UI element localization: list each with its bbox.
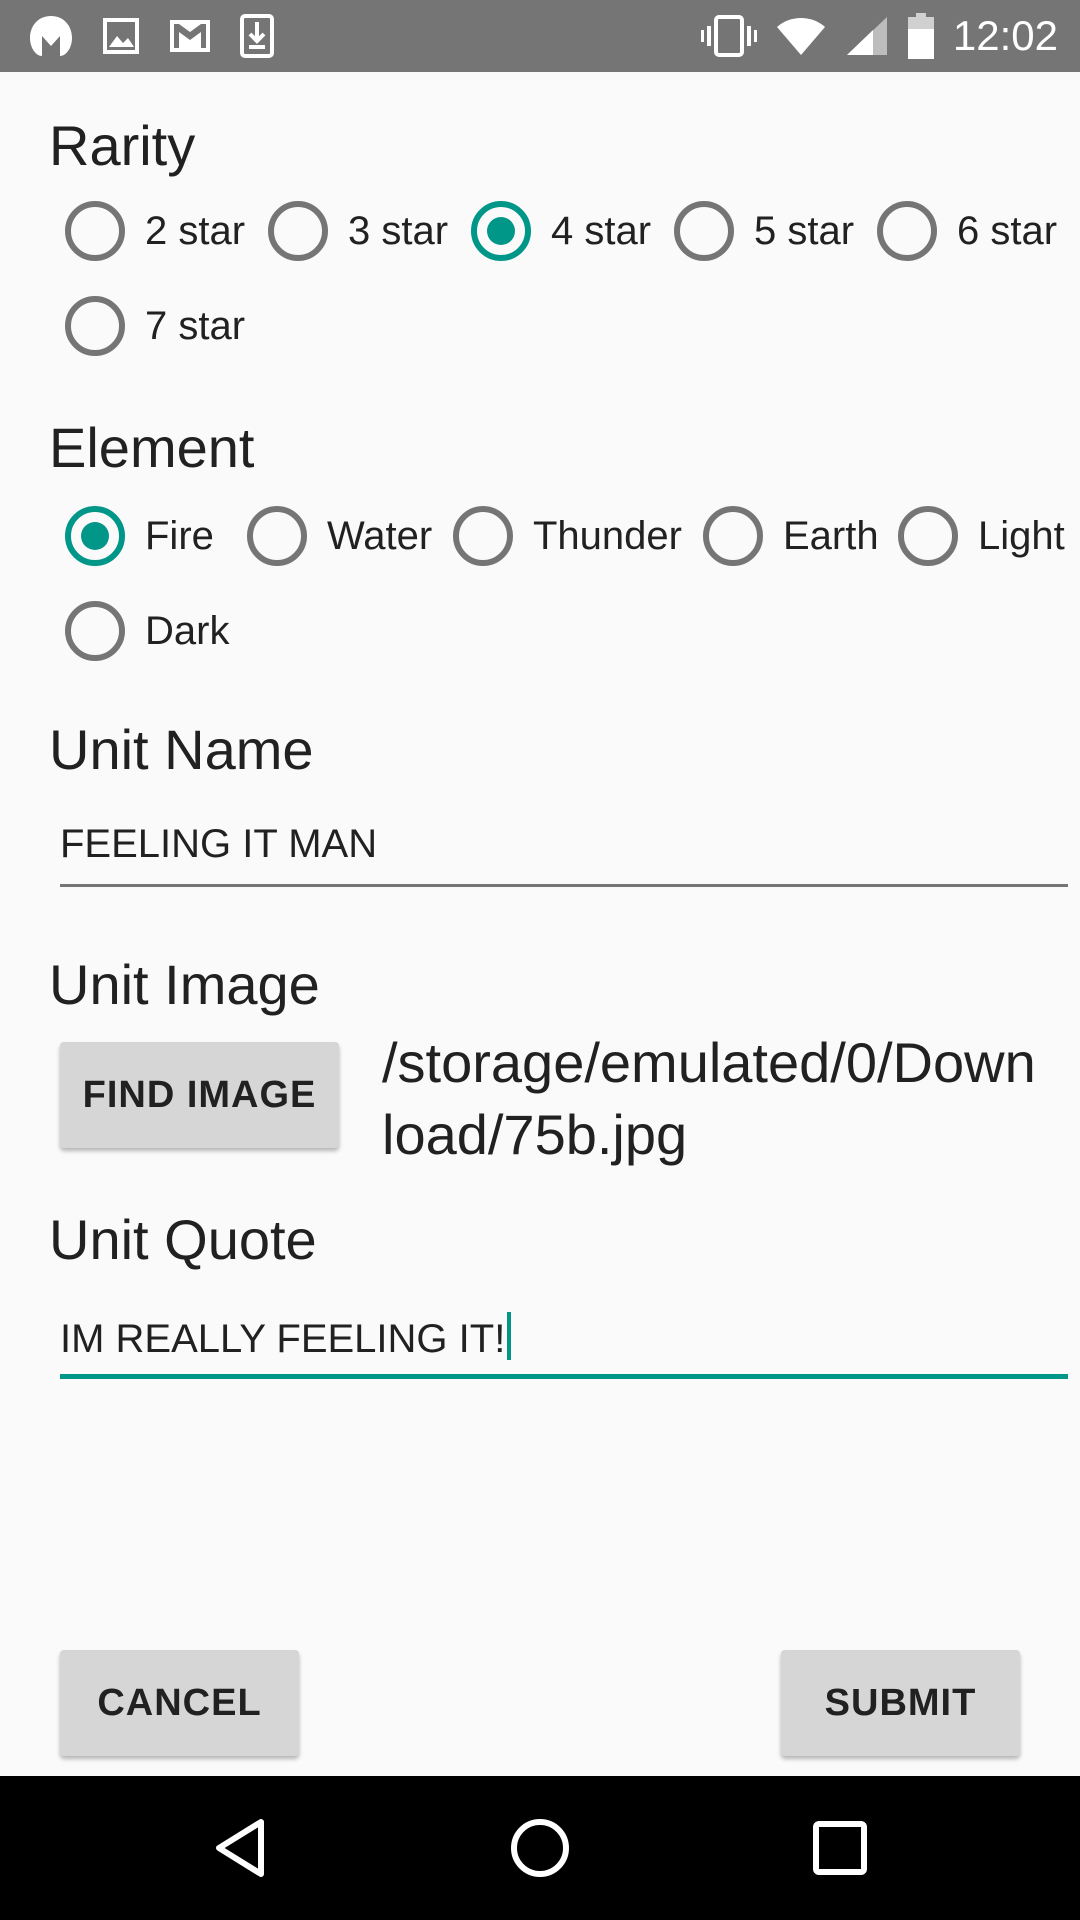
element-option-water[interactable]: Water — [247, 506, 432, 566]
radio-label: 4 star — [551, 208, 652, 253]
input-underline — [60, 884, 1068, 887]
radio-label: 7 star — [145, 303, 246, 348]
radio-label: 2 star — [145, 208, 246, 253]
radio-circle — [65, 601, 125, 661]
element-option-earth[interactable]: Earth — [703, 506, 879, 566]
radio-label: 6 star — [957, 208, 1058, 253]
radio-label: Thunder — [533, 513, 682, 558]
status-bar: 12:02 — [0, 0, 1080, 72]
radio-circle-checked — [471, 201, 531, 261]
radio-label: Fire — [145, 513, 214, 558]
signal-icon — [846, 17, 887, 55]
gmail-icon — [170, 20, 210, 52]
rarity-option-5-star[interactable]: 5 star — [674, 201, 854, 261]
rarity-title: Rarity — [49, 114, 196, 177]
rarity-option-7-star[interactable]: 7 star — [65, 296, 245, 356]
vibrate-icon — [700, 15, 757, 57]
radio-circle — [877, 201, 937, 261]
unit-quote-input[interactable]: IM REALLY FEELING IT! — [60, 1312, 1068, 1379]
radio-circle — [898, 506, 958, 566]
rarity-option-4-star[interactable]: 4 star — [471, 201, 651, 261]
add-unit-form: Rarity 2 star 3 star 4 star 5 star 6 sta… — [0, 72, 1080, 1776]
download-icon — [240, 14, 274, 58]
unit-name-value: FEELING IT MAN — [60, 822, 378, 866]
radio-circle — [703, 506, 763, 566]
radio-circle-checked — [65, 506, 125, 566]
element-title: Element — [49, 416, 255, 479]
cancel-button[interactable]: CANCEL — [60, 1650, 299, 1756]
radio-circle — [453, 506, 513, 566]
submit-button[interactable]: SUBMIT — [781, 1650, 1020, 1756]
image-path-text: /storage/emulated/0/Download/75b.jpg — [382, 1031, 1036, 1166]
radio-label: Water — [327, 513, 433, 558]
recents-icon[interactable] — [804, 1812, 876, 1884]
home-icon[interactable] — [504, 1812, 576, 1884]
rarity-option-6-star[interactable]: 6 star — [877, 201, 1057, 261]
text-caret — [507, 1312, 512, 1360]
element-option-fire[interactable]: Fire — [65, 506, 214, 566]
element-option-dark[interactable]: Dark — [65, 601, 229, 661]
status-time: 12:02 — [952, 12, 1058, 59]
navigation-bar — [0, 1776, 1080, 1920]
battery-icon — [907, 13, 934, 59]
malwarebytes-icon — [30, 16, 72, 56]
element-option-light[interactable]: Light — [898, 506, 1065, 566]
input-underline — [60, 1374, 1068, 1379]
radio-circle — [65, 201, 125, 261]
radio-circle — [65, 296, 125, 356]
radio-label: Dark — [145, 608, 230, 653]
element-option-thunder[interactable]: Thunder — [453, 506, 682, 566]
radio-circle — [247, 506, 307, 566]
unit-quote-value: IM REALLY FEELING IT! — [60, 1317, 506, 1361]
find-image-button[interactable]: FIND IMAGE — [60, 1042, 339, 1148]
unit-image-title: Unit Image — [49, 953, 320, 1016]
wifi-icon — [776, 18, 825, 55]
rarity-option-3-star[interactable]: 3 star — [268, 201, 448, 261]
radio-label: 3 star — [348, 208, 449, 253]
radio-circle — [268, 201, 328, 261]
radio-circle — [674, 201, 734, 261]
rarity-option-2-star[interactable]: 2 star — [65, 201, 245, 261]
unit-name-title: Unit Name — [49, 718, 314, 781]
unit-name-input[interactable]: FEELING IT MAN — [60, 822, 1068, 887]
radio-label: Earth — [783, 513, 879, 558]
radio-label: Light — [978, 513, 1065, 558]
radio-label: 5 star — [754, 208, 855, 253]
back-icon[interactable] — [205, 1812, 277, 1884]
image-icon — [103, 18, 139, 54]
unit-quote-title: Unit Quote — [49, 1208, 317, 1271]
